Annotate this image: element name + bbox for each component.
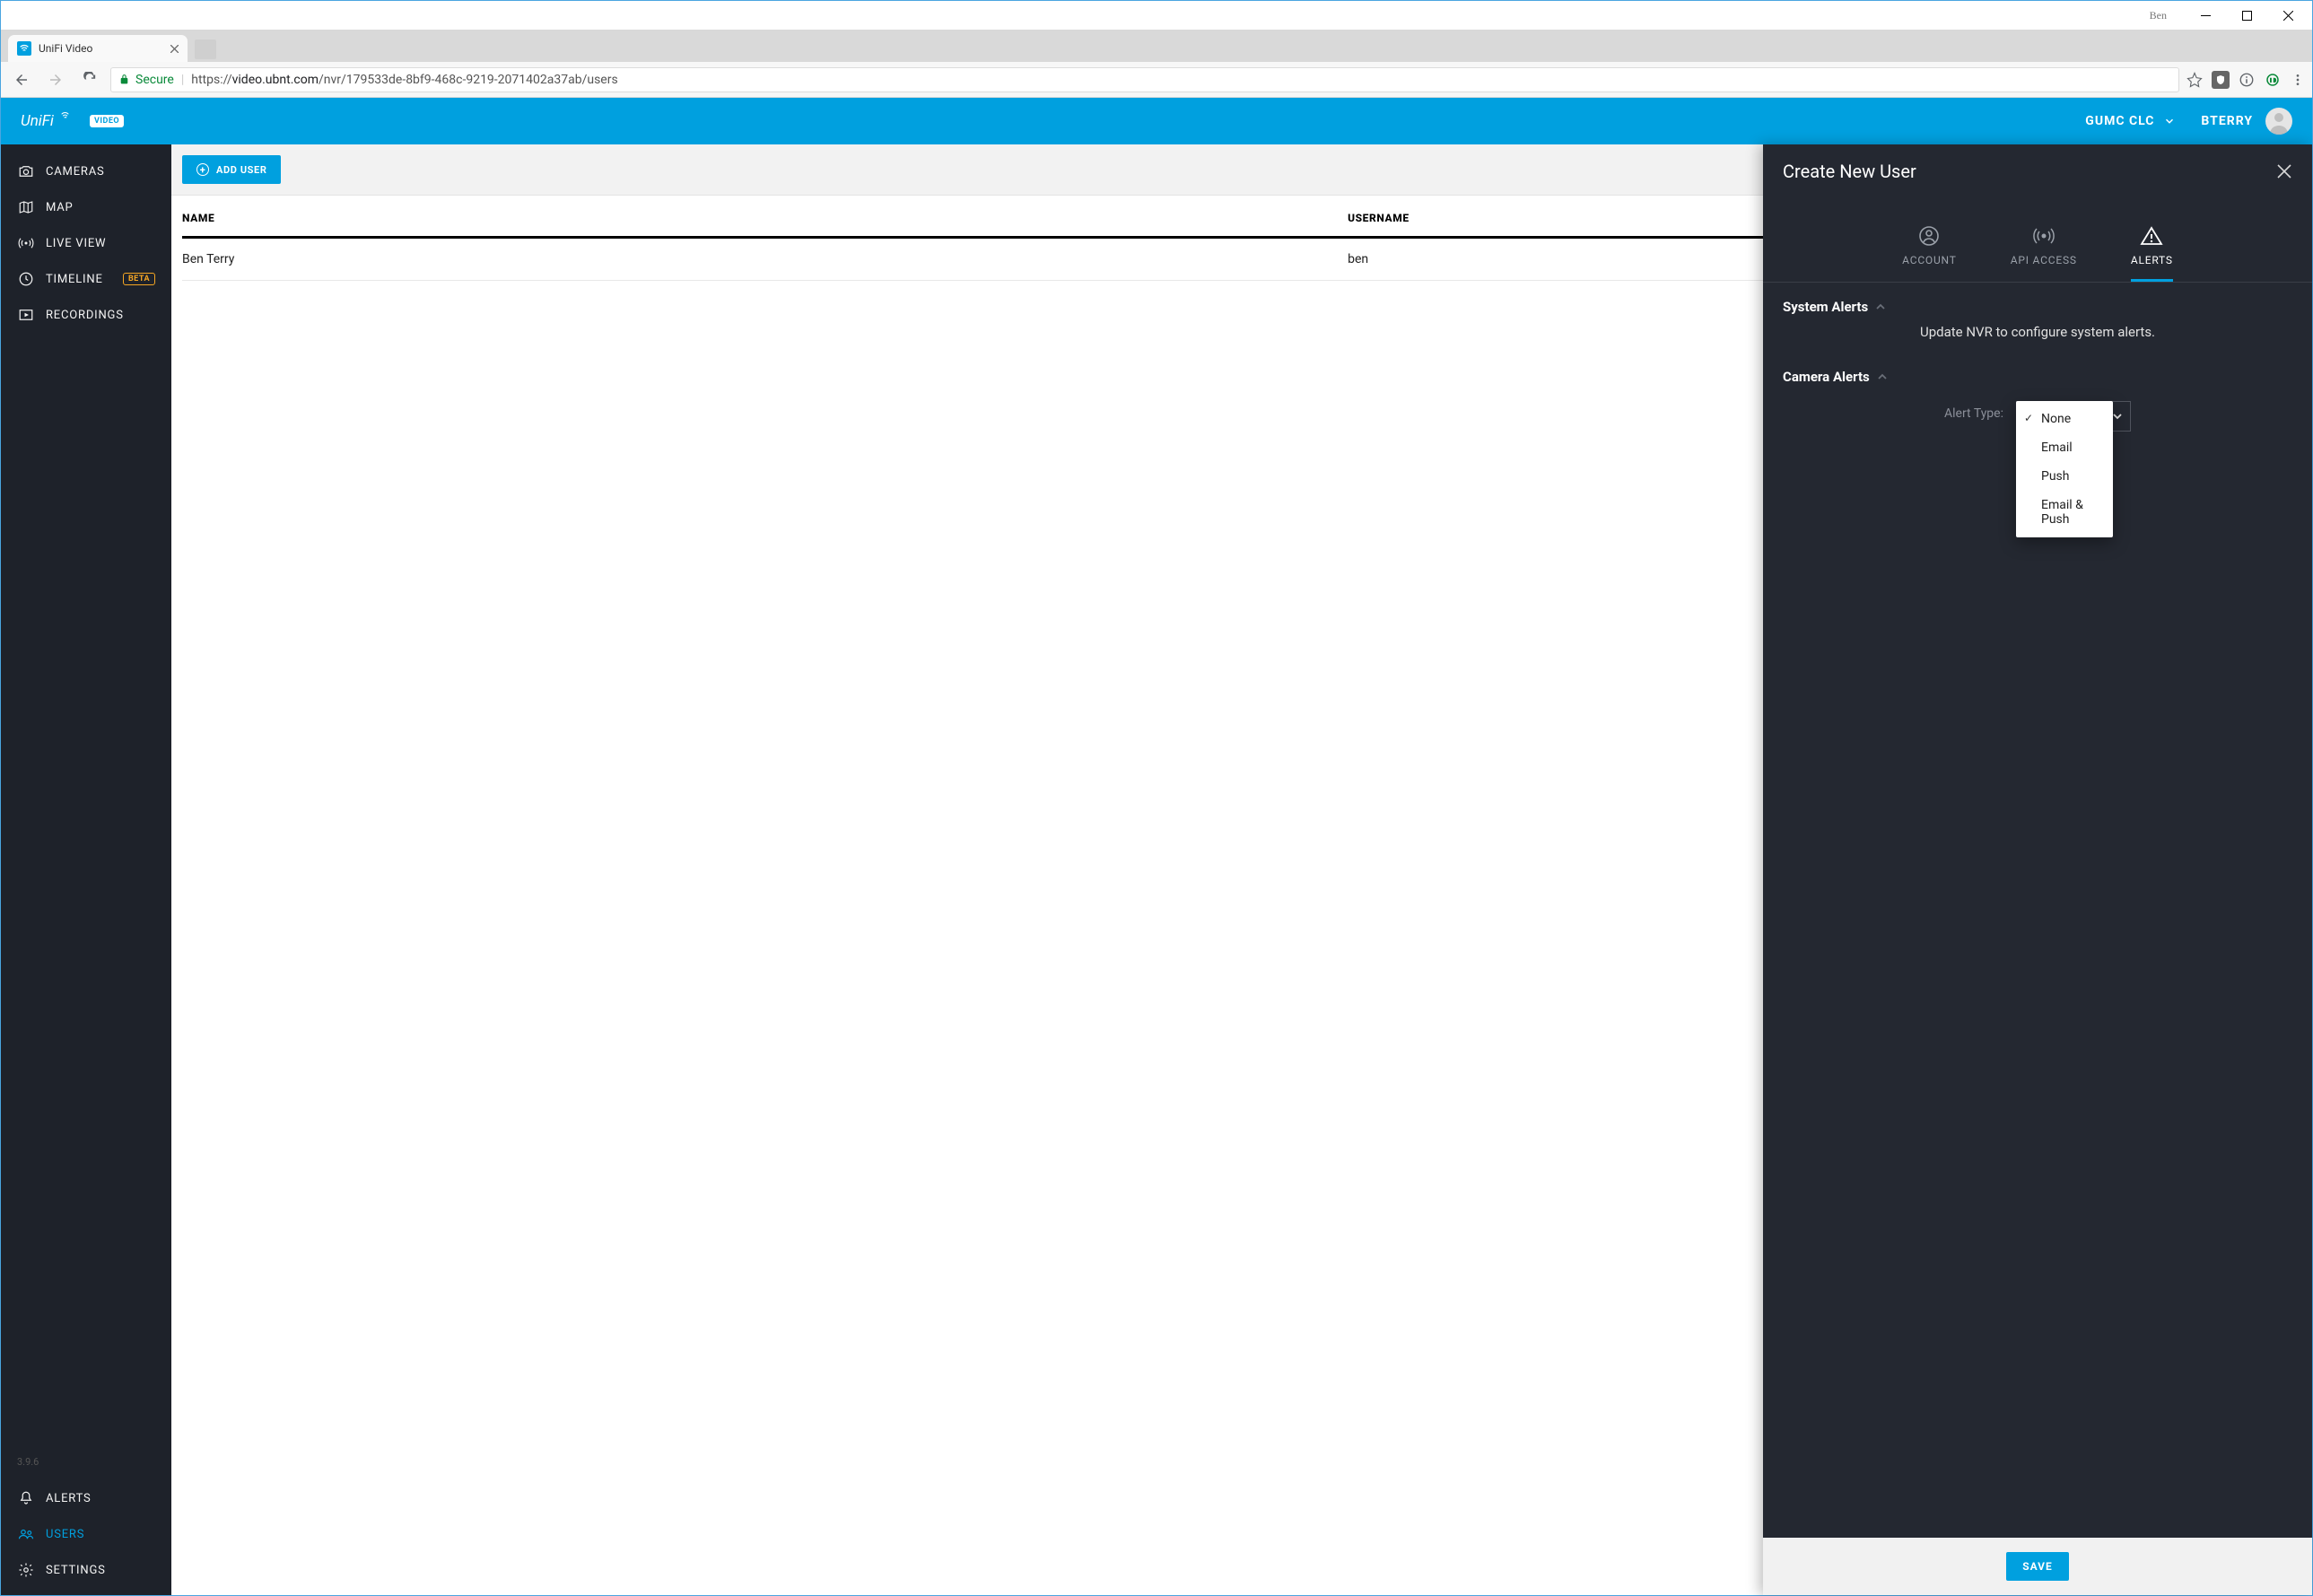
version-label: 3.9.6	[1, 1456, 171, 1480]
chrome-menu-icon[interactable]	[2291, 73, 2305, 87]
api-icon	[2032, 225, 2056, 247]
system-alerts-message: Update NVR to configure system alerts.	[1783, 315, 2292, 345]
camera-alerts-section: Camera Alerts Alert Type: None Email Pus…	[1763, 353, 2312, 455]
sidebar-item-label: RECORDINGS	[46, 309, 124, 322]
sidebar-item-users[interactable]: USERS	[1, 1516, 171, 1552]
system-alerts-section: System Alerts Update NVR to configure sy…	[1763, 283, 2312, 353]
unifi-video-logo[interactable]: UniFi VIDEO	[21, 108, 124, 135]
page-info-icon[interactable]	[2239, 72, 2255, 88]
url-text: https://video.ubnt.com/nvr/179533de-8bf9…	[191, 73, 617, 87]
os-titlebar: Ben	[1, 1, 2312, 30]
tab-label: ALERTS	[2131, 254, 2173, 266]
video-badge: VIDEO	[90, 115, 124, 127]
ublock-extension-icon[interactable]	[2212, 71, 2230, 89]
dropdown-option-email[interactable]: Email	[2016, 433, 2113, 462]
sidebar-item-label: SETTINGS	[46, 1564, 106, 1577]
add-user-button[interactable]: + ADD USER	[182, 155, 281, 184]
section-heading: Camera Alerts	[1783, 369, 1870, 385]
map-icon	[17, 198, 35, 216]
create-user-drawer: Create New User ACCOUNT API ACCESS ALERT…	[1763, 144, 2312, 1595]
window-close-button[interactable]	[2267, 2, 2309, 29]
nav-forward-button[interactable]	[42, 66, 69, 93]
sidebar-item-alerts[interactable]: ALERTS	[1, 1480, 171, 1516]
svg-text:UniFi: UniFi	[21, 112, 55, 130]
nav-reload-button[interactable]	[76, 66, 103, 93]
camera-icon	[17, 162, 35, 180]
section-heading: System Alerts	[1783, 299, 1868, 315]
chrome-profile-name: Ben	[2150, 9, 2167, 22]
drawer-tabs: ACCOUNT API ACCESS ALERTS	[1763, 198, 2312, 283]
broadcast-icon	[17, 234, 35, 252]
sidebar: CAMERAS MAP LIVE VIEW TIMELINE BETA RECO…	[1, 144, 171, 1595]
org-switcher[interactable]: GUMC CLC	[2085, 114, 2176, 128]
users-icon	[17, 1525, 35, 1543]
clock-icon	[17, 270, 35, 288]
column-header-name[interactable]: NAME	[182, 196, 1348, 238]
browser-tab-strip: UniFi Video	[1, 30, 2312, 62]
chevron-down-icon	[2163, 115, 2176, 127]
bell-icon	[17, 1489, 35, 1507]
gear-icon	[17, 1561, 35, 1579]
dropdown-option-email-push[interactable]: Email & Push	[2016, 491, 2113, 534]
sidebar-item-label: LIVE VIEW	[46, 237, 106, 250]
avatar[interactable]	[2265, 108, 2292, 135]
sidebar-item-label: ALERTS	[46, 1492, 92, 1505]
extension-icon[interactable]	[2264, 71, 2282, 89]
alert-triangle-icon	[2140, 225, 2163, 247]
secure-indicator: Secure	[118, 73, 174, 87]
tab-close-icon[interactable]	[170, 45, 179, 53]
drawer-footer: SAVE	[1763, 1538, 2312, 1595]
sidebar-item-label: USERS	[46, 1528, 84, 1541]
sidebar-item-label: CAMERAS	[46, 165, 105, 179]
sidebar-item-settings[interactable]: SETTINGS	[1, 1552, 171, 1595]
browser-tab-title: UniFi Video	[39, 42, 92, 55]
tab-alerts[interactable]: ALERTS	[2131, 225, 2173, 282]
tab-label: API ACCESS	[2011, 254, 2077, 266]
alert-type-dropdown: None Email Push Email & Push	[2016, 401, 2113, 537]
drawer-close-button[interactable]	[2276, 163, 2292, 179]
tab-api-access[interactable]: API ACCESS	[2011, 225, 2077, 282]
new-tab-button[interactable]	[195, 39, 216, 59]
alert-type-label: Alert Type:	[1944, 401, 2003, 421]
sidebar-item-label: MAP	[46, 201, 74, 214]
browser-toolbar: Secure | https://video.ubnt.com/nvr/1795…	[1, 62, 2312, 98]
unifi-favicon-icon	[17, 41, 31, 56]
browser-tab[interactable]: UniFi Video	[8, 35, 188, 62]
address-bar[interactable]: Secure | https://video.ubnt.com/nvr/1795…	[110, 67, 2179, 92]
beta-badge: BETA	[123, 273, 155, 285]
app-header: UniFi VIDEO GUMC CLC BTERRY	[1, 98, 2312, 144]
dropdown-option-none[interactable]: None	[2016, 405, 2113, 433]
sidebar-item-live-view[interactable]: LIVE VIEW	[1, 225, 171, 261]
chevron-up-icon[interactable]	[1877, 371, 1888, 382]
tab-label: ACCOUNT	[1902, 254, 1957, 266]
chevron-up-icon[interactable]	[1875, 301, 1886, 312]
current-user-label: BTERRY	[2201, 114, 2253, 128]
sidebar-item-map[interactable]: MAP	[1, 189, 171, 225]
org-label: GUMC CLC	[2085, 114, 2154, 128]
account-icon	[1918, 225, 1940, 247]
sidebar-item-timeline[interactable]: TIMELINE BETA	[1, 261, 171, 297]
sidebar-item-recordings[interactable]: RECORDINGS	[1, 297, 171, 333]
wifi-icon: UniFi	[21, 108, 83, 135]
bookmark-star-icon[interactable]	[2186, 72, 2203, 88]
plus-circle-icon: +	[196, 163, 209, 176]
nav-back-button[interactable]	[8, 66, 35, 93]
add-user-label: ADD USER	[216, 164, 266, 176]
cell-name: Ben Terry	[182, 238, 1348, 281]
play-box-icon	[17, 306, 35, 324]
window-minimize-button[interactable]	[2185, 2, 2226, 29]
sidebar-item-cameras[interactable]: CAMERAS	[1, 153, 171, 189]
secure-label: Secure	[135, 73, 174, 87]
chevron-down-icon	[2112, 411, 2123, 422]
dropdown-option-push[interactable]: Push	[2016, 462, 2113, 491]
sidebar-item-label: TIMELINE	[46, 273, 103, 286]
save-button[interactable]: SAVE	[2006, 1552, 2069, 1581]
window-maximize-button[interactable]	[2226, 2, 2267, 29]
lock-icon	[118, 74, 130, 85]
drawer-title: Create New User	[1783, 161, 1916, 182]
tab-account[interactable]: ACCOUNT	[1902, 225, 1957, 282]
